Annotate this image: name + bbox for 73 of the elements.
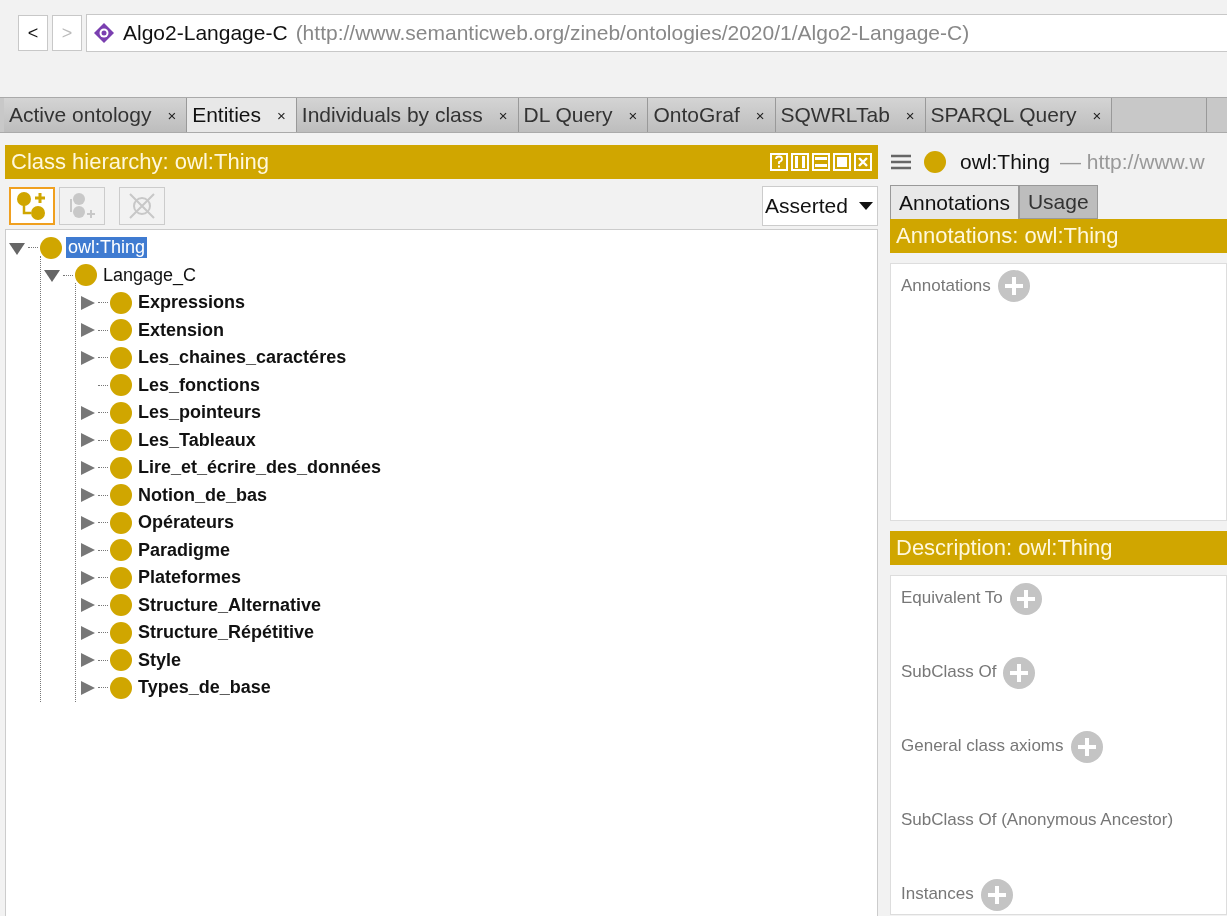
section-label: SubClass Of (901, 662, 997, 682)
tree-item[interactable]: Notion_de_bas (136, 484, 270, 506)
class-icon (40, 236, 62, 259)
add-subclass-icon (16, 191, 48, 221)
tab[interactable]: Annotations (890, 185, 1019, 219)
caret-icon (859, 202, 873, 210)
class-icon (110, 429, 132, 452)
maximize-icon[interactable] (833, 153, 851, 171)
tree-item[interactable]: Les_Tableaux (136, 429, 258, 451)
split-vertical-icon[interactable] (791, 153, 809, 171)
tree-item[interactable]: Structure_Répétitive (136, 622, 317, 644)
toolbar-button[interactable] (9, 187, 55, 225)
panel-title: Annotations: owl:Thing (896, 223, 1119, 249)
tree-item[interactable]: Opérateurs (136, 512, 237, 534)
tree-item[interactable]: Paradigme (136, 539, 233, 561)
class-icon (110, 566, 132, 589)
class-icon (75, 264, 97, 287)
entity-iri: — http://www.w (1059, 150, 1205, 174)
class-icon (110, 621, 132, 644)
class-icon (110, 676, 132, 699)
class-icon (110, 594, 132, 617)
ontology-address-field[interactable]: Algo2-Langage-C (http://www.semanticweb.org/zineb/ontologies/2020/1/Algo2-Langage-C) (86, 14, 1227, 52)
tab[interactable]: Usage (1018, 185, 1098, 219)
section-label: SubClass Of (Anonymous Ancestor) (901, 810, 1174, 830)
ontology-name: Algo2-Langage-C (123, 21, 288, 45)
class-icon (110, 374, 132, 397)
tree-item[interactable]: Les_pointeurs (136, 402, 264, 424)
section-label: Annotations (901, 276, 991, 296)
delete-icon (127, 191, 157, 221)
ontology-icon (93, 22, 115, 44)
tree-item[interactable]: Les_chaines_caractéres (136, 347, 349, 369)
class-icon (110, 291, 132, 314)
back-button[interactable]: < (18, 15, 48, 51)
tree-item[interactable]: Langage_C (101, 264, 199, 286)
ontology-iri: (http://www.semanticweb.org/zineb/ontologies/2020/1/Algo2-Langage-C) (295, 21, 970, 45)
section-label: Instances (901, 884, 974, 904)
tab[interactable]: Individuals by class × (296, 98, 519, 132)
class-icon (110, 649, 132, 672)
tab[interactable]: Entities × (187, 98, 297, 132)
entity-name: owl:Thing (960, 150, 1050, 174)
tree-item[interactable]: Expressions (136, 292, 248, 314)
tab[interactable]: DL Query × (518, 98, 649, 132)
tree-item[interactable]: Lire_et_écrire_des_données (136, 457, 384, 479)
add-sibling-icon (67, 191, 97, 221)
panel-title: Description: owl:Thing (896, 535, 1113, 561)
collapse-arrow-icon[interactable] (41, 267, 63, 284)
tab[interactable]: SQWRLTab × (775, 98, 926, 132)
tree-item[interactable]: Structure_Alternative (136, 594, 324, 616)
tree-item[interactable]: Plateformes (136, 567, 244, 589)
class-icon (110, 319, 132, 342)
menu-icon[interactable] (890, 153, 912, 171)
section-label: Equivalent To (901, 588, 1003, 608)
class-icon (110, 484, 132, 507)
class-icon (110, 346, 132, 369)
tree-item[interactable]: Types_de_base (136, 677, 273, 699)
tab[interactable]: OntoGraf × (648, 98, 776, 132)
class-icon (110, 401, 132, 424)
class-icon (110, 456, 132, 479)
tree-item[interactable]: Extension (136, 319, 227, 341)
class-icon (924, 151, 946, 173)
tree-item[interactable]: Les_fonctions (136, 374, 263, 396)
class-icon (110, 539, 132, 562)
tab[interactable]: SPARQL Query × (925, 98, 1113, 132)
help-icon[interactable] (770, 153, 788, 171)
tree-item[interactable]: Style (136, 649, 184, 671)
tab[interactable]: Active ontology × (4, 98, 188, 132)
tree-item[interactable]: owl:Thing (66, 237, 148, 259)
panel-title: Class hierarchy: owl:Thing (11, 149, 269, 175)
class-icon (110, 511, 132, 534)
section-label: General class axioms (901, 736, 1064, 756)
close-icon[interactable] (854, 153, 872, 171)
mode-dropdown[interactable]: Asserted (762, 186, 878, 226)
split-horizontal-icon[interactable] (812, 153, 830, 171)
